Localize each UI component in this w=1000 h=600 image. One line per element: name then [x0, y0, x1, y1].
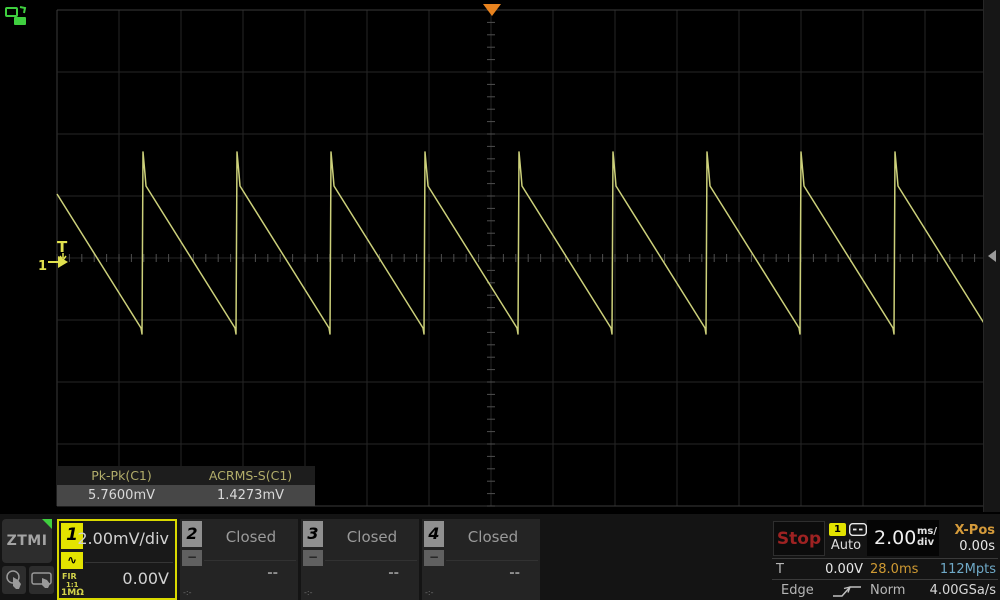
channel-4-coupling-icon[interactable]: −	[424, 550, 444, 566]
timebase-unit-bottom: div	[917, 537, 934, 548]
channel-2-offset-placeholder: --	[267, 566, 278, 581]
channel-4-probe-placeholder: -:-	[425, 588, 433, 597]
channel-1-scale[interactable]: 2.00mV/div	[77, 529, 169, 548]
channel-4-status: Closed	[446, 528, 540, 546]
timebase-scale-value: 2.00	[874, 527, 916, 549]
timebase-scale-box[interactable]: 2.00 ms/ div	[867, 520, 939, 556]
logo-text: ZTMI	[7, 533, 48, 549]
sample-info-row: Norm 4.00GSa/s	[866, 579, 998, 600]
divider	[446, 560, 538, 561]
channel-3-panel[interactable]: 3 Closed − -- -:-	[301, 519, 419, 600]
expand-panel-arrow-icon[interactable]	[988, 250, 996, 262]
channel-1-coupling-icon[interactable]: ∿	[61, 552, 83, 569]
channel-1-position-marker[interactable]: 1	[38, 259, 47, 274]
channel-1-impedance: 1MΩ	[61, 588, 84, 598]
divider	[204, 560, 296, 561]
channel-4-panel[interactable]: 4 Closed − -- -:-	[422, 519, 540, 600]
notification-corner-badge	[42, 519, 52, 529]
divider	[325, 560, 417, 561]
trigger-panel[interactable]: Stop 1 Auto T 0.00V Edge	[772, 519, 866, 600]
trigger-level-label: T	[776, 562, 784, 577]
channel-2-probe-placeholder: -:-	[183, 588, 191, 597]
bottom-bar: ZTMI 1 ∿ FIR 1:1 1MΩ 2.00mV/div 0.00V	[0, 512, 1000, 600]
channel-3-badge[interactable]: 3	[303, 521, 323, 547]
display-layout-icon[interactable]	[4, 4, 28, 28]
x-position-value[interactable]: 0.00s	[959, 539, 995, 554]
trigger-type-label: Edge	[781, 583, 814, 598]
run-stop-button[interactable]: Stop	[773, 521, 825, 556]
rising-edge-icon	[831, 583, 863, 598]
divider	[85, 562, 173, 563]
channel-3-status: Closed	[325, 528, 419, 546]
measurement-readout[interactable]: Pk-Pk(C1) ACRMS-S(C1) 5.7600mV 1.4273mV	[57, 466, 315, 506]
channel-2-panel[interactable]: 2 Closed − -- -:-	[180, 519, 298, 600]
channel-1-panel[interactable]: 1 ∿ FIR 1:1 1MΩ 2.00mV/div 0.00V	[57, 519, 177, 600]
timebase-unit-top: ms/	[917, 526, 937, 537]
channel-2-status: Closed	[204, 528, 298, 546]
channel-1-filter-label: FIR	[62, 572, 77, 581]
measurement-value: 5.7600mV	[57, 485, 186, 506]
bus-display-icon[interactable]	[849, 523, 867, 536]
touch-gesture-icon	[4, 569, 24, 591]
channel-3-probe-placeholder: -:-	[304, 588, 312, 597]
channel-1-offset[interactable]: 0.00V	[122, 569, 169, 588]
timebase-unit: ms/ div	[917, 526, 937, 548]
channel-3-offset-placeholder: --	[388, 566, 399, 581]
trigger-mode-label[interactable]: Auto	[826, 538, 866, 553]
measurement-label[interactable]: Pk-Pk(C1)	[57, 466, 186, 485]
sample-rate: 4.00GSa/s	[930, 583, 996, 598]
touchpad-icon	[31, 570, 52, 590]
channel-2-badge[interactable]: 2	[182, 521, 202, 547]
graticule-and-trace: T1	[0, 0, 983, 512]
x-position-label: X-Pos	[954, 523, 995, 538]
trigger-level-value: 0.00V	[825, 562, 863, 577]
measurement-header-row: Pk-Pk(C1) ACRMS-S(C1)	[57, 466, 315, 485]
memory-depth: 112Mpts	[940, 562, 996, 577]
run-state-label: Stop	[777, 529, 821, 549]
capture-time: 28.0ms	[870, 562, 918, 577]
measurement-label[interactable]: ACRMS-S(C1)	[186, 466, 315, 485]
waveform-display[interactable]: T1 Pk-Pk(C1) ACRMS-S(C1) 5.7600mV 1.4273…	[0, 0, 983, 512]
channel-4-badge[interactable]: 4	[424, 521, 444, 547]
channel-2-coupling-icon[interactable]: −	[182, 550, 202, 566]
trigger-type-row[interactable]: Edge	[772, 579, 866, 600]
trigger-source-badge[interactable]: 1	[829, 523, 846, 536]
touchpad-button[interactable]	[29, 566, 54, 594]
channel-3-coupling-icon[interactable]: −	[303, 550, 323, 566]
measurement-value: 1.4273mV	[186, 485, 315, 506]
touch-gesture-button[interactable]	[2, 566, 26, 594]
measurement-value-row: 5.7600mV 1.4273mV	[57, 485, 315, 506]
side-panel-strip[interactable]	[983, 0, 1000, 512]
timebase-panel[interactable]: 2.00 ms/ div X-Pos 0.00s 28.0ms 112Mpts …	[866, 519, 998, 600]
acquisition-mode: Norm	[870, 583, 905, 598]
acquisition-info-row: 28.0ms 112Mpts	[866, 558, 998, 579]
channel-4-offset-placeholder: --	[509, 566, 520, 581]
channel-1-trace	[57, 152, 983, 334]
trigger-level-row[interactable]: T 0.00V	[772, 558, 866, 579]
